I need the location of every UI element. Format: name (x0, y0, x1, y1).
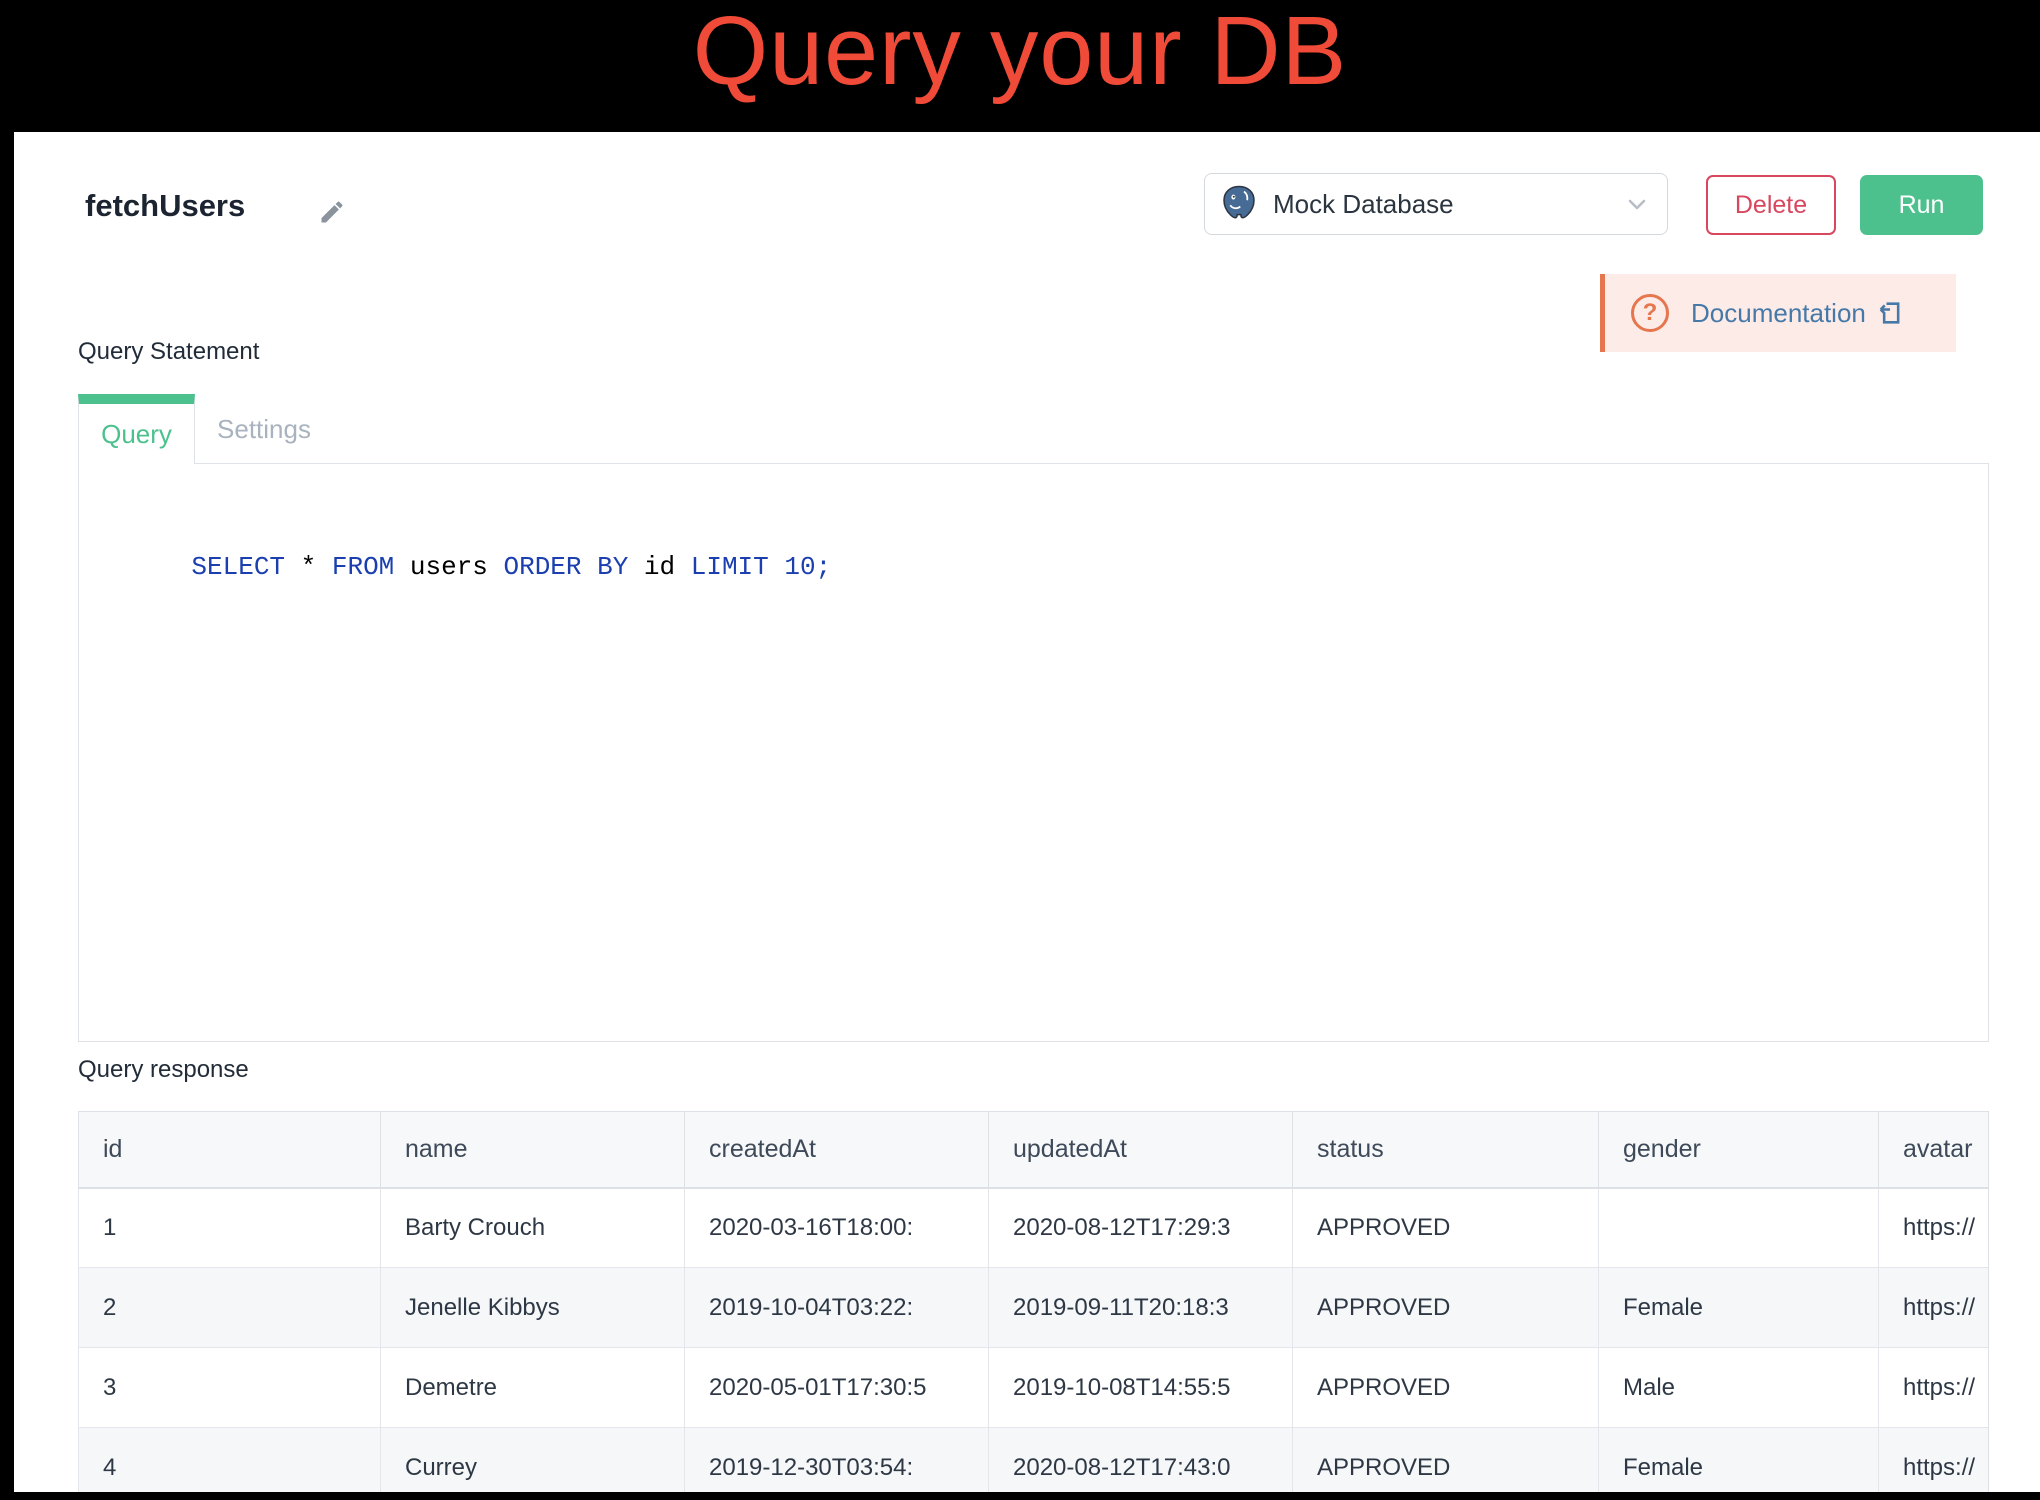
cell: https:// (1879, 1348, 1990, 1428)
cell: 3 (79, 1348, 381, 1428)
sql-code-line: SELECT * FROM users ORDER BY id LIMIT 10… (129, 522, 831, 612)
query-response-label: Query response (78, 1056, 249, 1084)
help-circle-icon: ? (1631, 294, 1669, 332)
query-name: fetchUsers (85, 188, 245, 224)
resource-dropdown-value: Mock Database (1273, 189, 1625, 220)
cell: 2019-12-30T03:54: (685, 1428, 989, 1493)
cell: Female (1599, 1268, 1879, 1348)
cell: 2019-10-08T14:55:5 (989, 1348, 1293, 1428)
resource-dropdown[interactable]: Mock Database (1204, 173, 1668, 235)
page-title: Query your DB (693, 2, 1348, 101)
response-table: id name createdAt updatedAt status gende… (78, 1111, 1989, 1492)
cell: APPROVED (1293, 1188, 1599, 1268)
left-frame-bar (0, 132, 14, 1500)
cell: Currey (381, 1428, 685, 1493)
column-header-id: id (79, 1112, 381, 1188)
cell: 2 (79, 1268, 381, 1348)
cell (1599, 1188, 1879, 1268)
cell: 2020-05-01T17:30:5 (685, 1348, 989, 1428)
column-header-gender: gender (1599, 1112, 1879, 1188)
column-header-name: name (381, 1112, 685, 1188)
table-row: 4 Currey 2019-12-30T03:54: 2020-08-12T17… (79, 1428, 1990, 1493)
cell: 2020-08-12T17:43:0 (989, 1428, 1293, 1493)
top-banner: Query your DB (0, 0, 2040, 132)
column-header-updatedAt: updatedAt (989, 1112, 1293, 1188)
chevron-down-icon (1625, 192, 1649, 216)
cell: APPROVED (1293, 1348, 1599, 1428)
documentation-link[interactable]: ? Documentation (1600, 274, 1956, 352)
sql-token: users (394, 552, 503, 582)
tab-settings[interactable]: Settings (196, 394, 332, 464)
cell: 1 (79, 1188, 381, 1268)
column-header-avatar: avatar (1879, 1112, 1990, 1188)
cell: APPROVED (1293, 1268, 1599, 1348)
cell: 4 (79, 1428, 381, 1493)
table-row: 3 Demetre 2020-05-01T17:30:5 2019-10-08T… (79, 1348, 1990, 1428)
column-header-status: status (1293, 1112, 1599, 1188)
cell: https:// (1879, 1268, 1990, 1348)
cell: 2020-08-12T17:29:3 (989, 1188, 1293, 1268)
table-row: 2 Jenelle Kibbys 2019-10-04T03:22: 2019-… (79, 1268, 1990, 1348)
cell: Demetre (381, 1348, 685, 1428)
sql-token: SELECT (191, 552, 285, 582)
sql-token: id (628, 552, 690, 582)
cell: 2019-10-04T03:22: (685, 1268, 989, 1348)
cell: Female (1599, 1428, 1879, 1493)
sql-token: * (285, 552, 332, 582)
cell: https:// (1879, 1188, 1990, 1268)
table-row: 1 Barty Crouch 2020-03-16T18:00: 2020-08… (79, 1188, 1990, 1268)
cell: Barty Crouch (381, 1188, 685, 1268)
cell: 2019-09-11T20:18:3 (989, 1268, 1293, 1348)
bottom-frame-bar (0, 1492, 2040, 1500)
table-header-row: id name createdAt updatedAt status gende… (79, 1112, 1990, 1188)
sql-editor[interactable]: SELECT * FROM users ORDER BY id LIMIT 10… (78, 463, 1989, 1042)
sql-token: 10; (769, 552, 831, 582)
delete-button[interactable]: Delete (1706, 175, 1836, 235)
cell: APPROVED (1293, 1428, 1599, 1493)
postgresql-icon (1219, 183, 1259, 225)
sql-token: ORDER BY (504, 552, 629, 582)
external-doc-icon (1876, 299, 1904, 327)
cell: 2020-03-16T18:00: (685, 1188, 989, 1268)
sql-token: LIMIT (691, 552, 769, 582)
documentation-label: Documentation (1691, 298, 1866, 329)
response-table-container[interactable]: id name createdAt updatedAt status gende… (78, 1111, 1989, 1492)
run-button[interactable]: Run (1860, 175, 1983, 235)
cell: https:// (1879, 1428, 1990, 1493)
sql-token: FROM (332, 552, 394, 582)
query-statement-label: Query Statement (78, 338, 259, 366)
tab-query[interactable]: Query (78, 394, 195, 464)
cell: Male (1599, 1348, 1879, 1428)
column-header-createdAt: createdAt (685, 1112, 989, 1188)
edit-pencil-icon[interactable] (318, 198, 346, 226)
cell: Jenelle Kibbys (381, 1268, 685, 1348)
